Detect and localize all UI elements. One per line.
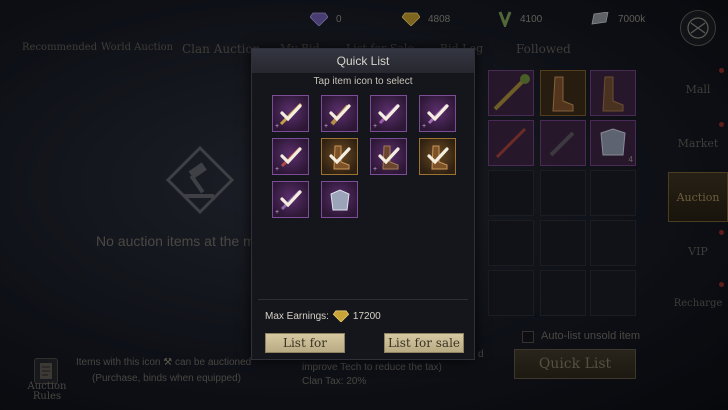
list-for-button[interactable]: List for <box>265 333 345 353</box>
list-for-sale-button[interactable]: List for sale <box>384 333 464 353</box>
quick-list-item-slot[interactable]: + <box>370 95 407 132</box>
max-earnings-label: Max Earnings: <box>265 310 329 322</box>
quick-list-item-slot[interactable]: + <box>272 138 309 175</box>
check-icon <box>378 147 400 165</box>
check-icon <box>329 147 351 165</box>
quick-list-item-slot[interactable]: + <box>419 95 456 132</box>
upgrade-plus-icon: + <box>275 166 280 173</box>
check-icon <box>427 147 449 165</box>
quick-list-item-slot[interactable] <box>419 138 456 175</box>
quick-list-item-slot[interactable]: + <box>272 95 309 132</box>
check-icon <box>280 147 302 165</box>
armor-item-icon <box>330 189 350 211</box>
check-icon <box>378 104 400 122</box>
upgrade-plus-icon: + <box>324 123 329 130</box>
upgrade-plus-icon: + <box>275 123 280 130</box>
quick-list-item-slot[interactable]: + <box>370 138 407 175</box>
quick-list-item-slot[interactable]: + <box>321 95 358 132</box>
quick-list-dialog: Quick List Tap item icon to select + + +… <box>251 48 475 360</box>
upgrade-plus-icon: + <box>422 123 427 130</box>
dialog-title: Quick List <box>252 49 474 73</box>
check-icon <box>329 104 351 122</box>
upgrade-plus-icon: + <box>373 166 378 173</box>
dialog-subtitle: Tap item icon to select <box>313 76 413 87</box>
upgrade-plus-icon: + <box>275 209 280 216</box>
gold-gem-icon <box>332 310 349 322</box>
max-earnings-row: Max Earnings: 17200 <box>265 310 381 322</box>
quick-list-item-slot[interactable] <box>321 181 358 218</box>
check-icon <box>280 104 302 122</box>
auction-screen: 0 4808 4100 7000k Recommended World Auct… <box>0 0 728 410</box>
check-icon <box>280 190 302 208</box>
quick-list-item-slot[interactable]: + <box>272 181 309 218</box>
dialog-divider <box>258 299 468 300</box>
quick-list-item-slot[interactable] <box>321 138 358 175</box>
upgrade-plus-icon: + <box>373 123 378 130</box>
check-icon <box>427 104 449 122</box>
max-earnings-value: 17200 <box>352 310 381 322</box>
